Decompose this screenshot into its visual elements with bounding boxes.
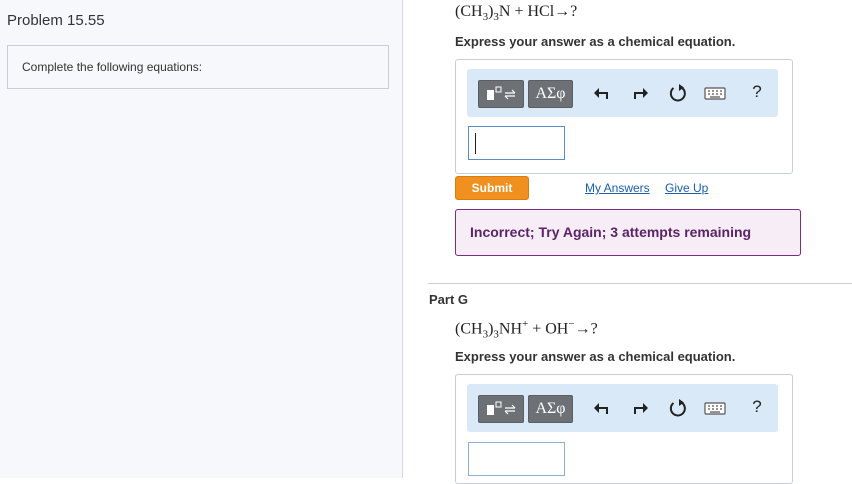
redo-icon[interactable] xyxy=(630,398,650,418)
part-g-equation: (CH3)3NH+ + OH−→? xyxy=(455,318,598,341)
undo-icon[interactable] xyxy=(592,398,612,418)
templates-icon xyxy=(487,86,516,100)
templates-button[interactable] xyxy=(478,395,524,423)
redo-icon[interactable] xyxy=(630,83,650,103)
part-f-equation: (CH3)3N + HCl→? xyxy=(455,3,578,24)
help-icon[interactable]: ? xyxy=(747,82,767,102)
greek-symbols-button[interactable]: ΑΣφ xyxy=(528,80,573,108)
keyboard-icon[interactable] xyxy=(704,83,726,103)
text-caret xyxy=(475,133,476,154)
problem-sidebar: Problem 15.55 Complete the following equ… xyxy=(0,0,403,478)
instruction-text: Complete the following equations: xyxy=(22,60,203,74)
part-g-toolbar: ΑΣφ ? xyxy=(467,384,778,432)
part-g-title: Part G xyxy=(429,292,469,307)
part-divider xyxy=(428,283,852,284)
templates-button[interactable] xyxy=(478,80,524,108)
greek-symbols-button[interactable]: ΑΣφ xyxy=(528,395,573,423)
help-icon[interactable]: ? xyxy=(747,397,767,417)
give-up-link[interactable]: Give Up xyxy=(665,181,708,195)
problem-title: Problem 15.55 xyxy=(7,12,105,29)
part-g-answer-input[interactable] xyxy=(468,442,565,476)
part-g-answer-editor: ΑΣφ ? xyxy=(455,374,793,484)
undo-icon[interactable] xyxy=(592,83,612,103)
instruction-box: Complete the following equations: xyxy=(7,45,389,89)
part-f-prompt: Express your answer as a chemical equati… xyxy=(455,34,736,49)
submit-button[interactable]: Submit xyxy=(455,176,529,200)
templates-icon xyxy=(487,401,516,415)
reset-icon[interactable] xyxy=(668,398,688,418)
my-answers-link[interactable]: My Answers xyxy=(585,181,650,195)
reset-icon[interactable] xyxy=(668,83,688,103)
keyboard-icon[interactable] xyxy=(704,398,726,418)
part-f-answer-input[interactable] xyxy=(468,126,565,160)
part-f-toolbar: ΑΣφ ? xyxy=(467,69,778,117)
part-g-prompt: Express your answer as a chemical equati… xyxy=(455,349,736,364)
feedback-box: Incorrect; Try Again; 3 attempts remaini… xyxy=(455,209,801,256)
part-f-answer-editor: ΑΣφ ? xyxy=(455,59,793,174)
feedback-text: Incorrect; Try Again; 3 attempts remaini… xyxy=(470,224,752,240)
